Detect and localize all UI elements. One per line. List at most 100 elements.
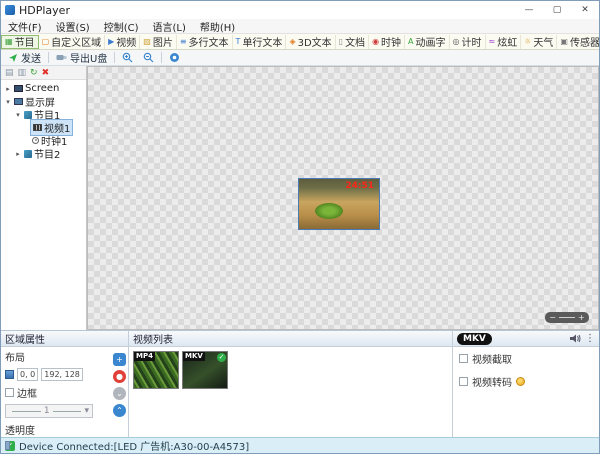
delete-icon[interactable]: ✖ (42, 68, 50, 78)
size-field[interactable]: 192, 128 (41, 368, 83, 381)
tab-3d-text[interactable]: ◈3D文本 (286, 35, 335, 49)
program-icon (24, 111, 32, 119)
tree-panel: ▤ ▥ ↻ ✖ ▸ Screen ▾ 显示屏 ▾ (1, 66, 87, 330)
timer-icon: ◎ (453, 38, 460, 46)
video-icon: ▶ (108, 38, 114, 46)
singleline-text-icon: T (236, 38, 241, 46)
header-right-icons: ⋮ (570, 333, 595, 344)
border-style-dropdown[interactable]: 1 ▾ (5, 404, 93, 418)
tab-custom-area[interactable]: ▢自定义区域 (39, 35, 106, 49)
tab-clock[interactable]: ◉时钟 (369, 35, 405, 49)
expand-arrow-icon[interactable]: ▸ (4, 85, 12, 93)
paste-icon[interactable]: ▥ (18, 68, 27, 78)
settings-button[interactable] (166, 52, 183, 63)
delete-button[interactable]: ● (113, 370, 126, 383)
menu-file[interactable]: 文件(F) (1, 19, 49, 34)
tab-singleline-text[interactable]: T单行文本 (233, 35, 287, 49)
tab-timer[interactable]: ◎计时 (450, 35, 486, 49)
expand-arrow-icon[interactable]: ▾ (4, 98, 12, 106)
clock-icon: ◉ (372, 38, 379, 46)
document-icon: ▯ (339, 38, 343, 46)
line-sample (12, 411, 41, 412)
expand-arrow-icon[interactable]: ▾ (14, 111, 22, 119)
zoom-out-button[interactable] (140, 52, 157, 63)
minimize-button[interactable]: — (515, 1, 543, 19)
tab-program[interactable]: ▦节目 (1, 35, 39, 49)
chevron-down-icon: ▾ (84, 406, 89, 416)
copy-icon[interactable]: ▤ (5, 68, 14, 78)
video-crop-row: 视频截取 (453, 347, 599, 370)
video-frame-content (315, 203, 343, 219)
layout-icon (5, 370, 14, 379)
tab-animated-text[interactable]: A动画字 (405, 35, 449, 49)
speaker-icon[interactable] (570, 334, 581, 343)
menu-language[interactable]: 语言(L) (146, 19, 193, 34)
hint-icon[interactable] (516, 377, 525, 386)
video-transcode-checkbox[interactable] (459, 377, 468, 386)
screen-icon (14, 85, 23, 92)
move-down-button[interactable]: ⌄ (113, 387, 126, 400)
border-checkbox[interactable] (5, 388, 14, 397)
action-bar: 发送 导出U盘 (1, 50, 599, 66)
zoom-in-icon (122, 52, 133, 63)
display-icon (14, 98, 23, 105)
content-tab-bar: ▦节目 ▢自定义区域 ▶视频 ▨图片 ≡多行文本 T单行文本 ◈3D文本 ▯文档… (1, 34, 599, 50)
clock-icon (32, 137, 39, 144)
zoom-out-glyph[interactable]: − (549, 313, 556, 323)
bottom-panels: 区域属性 布局 0, 0 192, 128 边框 1 ▾ (1, 330, 599, 437)
menu-help[interactable]: 帮助(H) (193, 19, 242, 34)
separator (114, 52, 115, 63)
video-thumbnail-mkv[interactable]: MKV ✓ (182, 351, 228, 389)
video-list-body: MP4 MKV ✓ (129, 347, 452, 393)
canvas-zoom-slider[interactable]: − + (545, 312, 589, 323)
title-bar: HDPlayer — ▢ ✕ (1, 1, 599, 19)
tab-weather[interactable]: ☼天气 (521, 35, 557, 49)
menu-bar: 文件(F) 设置(S) 控制(C) 语言(L) 帮助(H) (1, 19, 599, 34)
border-row: 边框 (1, 383, 128, 402)
video-list-header: 视频列表 (129, 331, 452, 347)
expand-arrow-icon[interactable]: ▸ (14, 150, 22, 158)
format-badge: MP4 (134, 352, 155, 361)
app-icon (5, 5, 15, 15)
tree-item-program2[interactable]: ▸ 节目2 (1, 147, 86, 160)
close-button[interactable]: ✕ (571, 1, 599, 19)
image-icon: ▨ (143, 38, 151, 46)
tree-toolbar: ▤ ▥ ↻ ✖ (1, 66, 86, 80)
neon-icon: ≈ (489, 38, 496, 46)
separator (48, 52, 49, 63)
more-icon[interactable]: ⋮ (585, 333, 595, 344)
gear-icon (169, 52, 180, 63)
position-field[interactable]: 0, 0 (17, 368, 38, 381)
separator (161, 52, 162, 63)
tab-neon[interactable]: ≈炫虹 (486, 35, 522, 49)
video-region-preview[interactable]: 24:51 (298, 178, 380, 230)
format-badge: MKV (183, 352, 205, 361)
tab-sensor[interactable]: ▣传感器 (557, 35, 599, 49)
add-button[interactable]: + (113, 353, 126, 366)
region-properties-header: 区域属性 (1, 331, 128, 347)
zoom-in-glyph[interactable]: + (578, 313, 585, 323)
maximize-button[interactable]: ▢ (543, 1, 571, 19)
tab-image[interactable]: ▨图片 (140, 35, 177, 49)
program-icon (24, 150, 32, 158)
zoom-track[interactable] (559, 317, 575, 318)
tab-video[interactable]: ▶视频 (105, 35, 140, 49)
video-properties-panel: MKV ⋮ 视频截取 视频转码 (453, 331, 599, 437)
tab-document[interactable]: ▯文档 (336, 35, 369, 49)
selected-check-icon: ✓ (217, 353, 226, 362)
program-tree: ▸ Screen ▾ 显示屏 ▾ 节目1 视频1 (1, 80, 86, 330)
menu-settings[interactable]: 设置(S) (49, 19, 97, 34)
export-usb-button[interactable]: 导出U盘 (53, 50, 110, 65)
video-crop-checkbox[interactable] (459, 354, 468, 363)
menu-control[interactable]: 控制(C) (97, 19, 146, 34)
opacity-slider-handle[interactable] (5, 441, 10, 450)
refresh-icon[interactable]: ↻ (30, 68, 38, 78)
send-button[interactable]: 发送 (5, 50, 44, 65)
zoom-in-button[interactable] (119, 52, 136, 63)
move-up-button[interactable]: ⌃ (113, 404, 126, 417)
design-canvas[interactable]: 24:51 − + (87, 66, 599, 330)
line-sample (53, 411, 82, 412)
tab-multiline-text[interactable]: ≡多行文本 (177, 35, 233, 49)
video-thumbnail-mp4[interactable]: MP4 (133, 351, 179, 389)
border-style-row: 1 ▾ (1, 402, 128, 420)
